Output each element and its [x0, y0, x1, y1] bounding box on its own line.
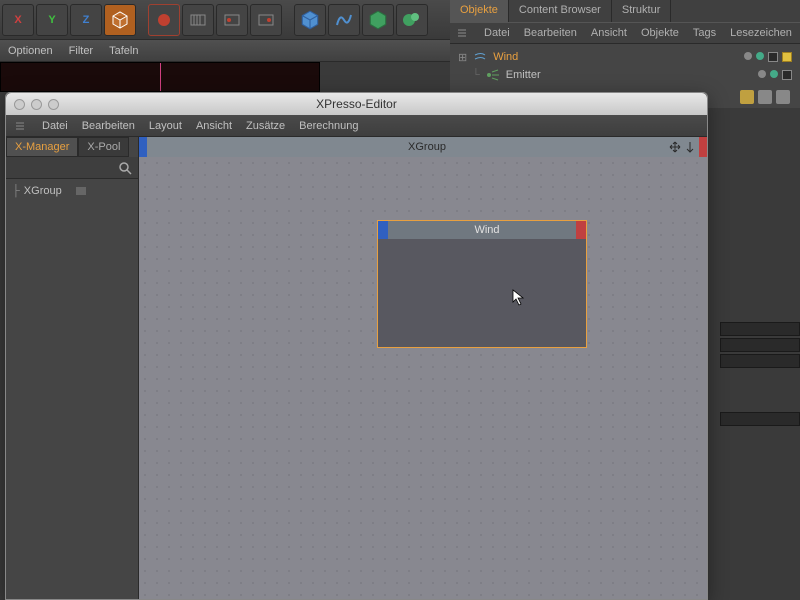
xpresso-sidebar: X-Manager X-Pool ├ XGroup — [6, 137, 139, 599]
object-row-emitter[interactable]: └ Emitter — [458, 66, 792, 84]
panel-menu-bearbeiten[interactable]: Bearbeiten — [524, 27, 577, 39]
tab-struktur[interactable]: Struktur — [612, 0, 672, 22]
object-name: Emitter — [506, 69, 541, 81]
emitter-icon — [486, 68, 500, 82]
object-name: Wind — [493, 51, 518, 63]
attr-icon-2[interactable] — [758, 90, 772, 104]
panel-menu-tags[interactable]: Tags — [693, 27, 716, 39]
visibility-dot[interactable] — [758, 70, 766, 78]
xpresso-tag[interactable] — [782, 52, 792, 62]
menu-tafeln[interactable]: Tafeln — [109, 45, 138, 57]
tab-xpool[interactable]: X-Pool — [78, 137, 129, 157]
keyframe-2-button[interactable] — [216, 4, 248, 36]
node-input-port[interactable] — [378, 221, 388, 239]
node-title: Wind — [388, 224, 586, 236]
close-window-button[interactable] — [14, 99, 25, 110]
input-port-icon[interactable] — [139, 137, 147, 157]
node-canvas[interactable]: Wind — [139, 157, 707, 599]
move-icon[interactable] — [669, 141, 681, 153]
keyframe-1-button[interactable] — [182, 4, 214, 36]
keyframe-3-button[interactable] — [250, 4, 282, 36]
menu-filter[interactable]: Filter — [69, 45, 93, 57]
track[interactable] — [720, 354, 800, 368]
attr-icon-3[interactable] — [776, 90, 790, 104]
tree-branch-icon: └ — [472, 69, 480, 81]
output-port-icon[interactable] — [699, 137, 707, 157]
search-icon[interactable] — [118, 161, 132, 175]
node-header[interactable]: Wind — [378, 221, 586, 239]
drag-handle-icon — [16, 122, 24, 130]
tab-objekte[interactable]: Objekte — [450, 0, 509, 22]
xmenu-zusaetze[interactable]: Zusätze — [246, 120, 285, 132]
render-dot[interactable] — [756, 52, 764, 60]
xpresso-editor-window: XPresso-Editor Datei Bearbeiten Layout A… — [5, 92, 708, 600]
generator-button[interactable] — [362, 4, 394, 36]
cube-tool-button[interactable] — [104, 4, 136, 36]
render-dot[interactable] — [770, 70, 778, 78]
xmenu-bearbeiten[interactable]: Bearbeiten — [82, 120, 135, 132]
track[interactable] — [720, 338, 800, 352]
enable-checkbox[interactable] — [768, 52, 778, 62]
tree-tag-icon — [76, 187, 86, 195]
panel-menu-datei[interactable]: Datei — [484, 27, 510, 39]
attr-icon-1[interactable] — [740, 90, 754, 104]
timeline-panel — [720, 320, 800, 600]
menu-optionen[interactable]: Optionen — [8, 45, 53, 57]
drag-handle-icon — [458, 29, 466, 37]
panel-menu-ansicht[interactable]: Ansicht — [591, 27, 627, 39]
node-output-port[interactable] — [576, 221, 586, 239]
axis-x-button[interactable]: X — [2, 4, 34, 36]
node-wind[interactable]: Wind — [377, 220, 587, 348]
xmenu-berechnung[interactable]: Berechnung — [299, 120, 358, 132]
record-button[interactable] — [148, 4, 180, 36]
track[interactable] — [720, 412, 800, 426]
window-titlebar[interactable]: XPresso-Editor — [6, 93, 707, 115]
visibility-dot[interactable] — [744, 52, 752, 60]
wind-icon — [473, 50, 487, 64]
tree-branch-icon: ├ — [12, 185, 20, 197]
xpresso-menubar: Datei Bearbeiten Layout Ansicht Zusätze … — [6, 115, 707, 137]
node-body[interactable] — [378, 239, 586, 347]
object-row-wind[interactable]: ⊞ Wind — [458, 48, 792, 66]
canvas-title: XGroup — [147, 141, 707, 153]
canvas-header[interactable]: XGroup — [139, 137, 707, 157]
window-title: XPresso-Editor — [316, 97, 397, 111]
xmenu-datei[interactable]: Datei — [42, 120, 68, 132]
xmenu-layout[interactable]: Layout — [149, 120, 182, 132]
panel-menu-objekte[interactable]: Objekte — [641, 27, 679, 39]
primitive-cube-button[interactable] — [294, 4, 326, 36]
expand-icon[interactable]: ⊞ — [458, 51, 467, 64]
tree-label: XGroup — [24, 185, 62, 197]
viewport[interactable] — [0, 62, 320, 92]
track[interactable] — [720, 322, 800, 336]
search-row — [6, 157, 138, 179]
collapse-icon[interactable] — [685, 141, 695, 153]
zoom-window-button[interactable] — [48, 99, 59, 110]
tab-content-browser[interactable]: Content Browser — [509, 0, 612, 22]
deformer-button[interactable] — [396, 4, 428, 36]
tree-item-xgroup[interactable]: ├ XGroup — [12, 183, 132, 199]
minimize-window-button[interactable] — [31, 99, 42, 110]
xmenu-ansicht[interactable]: Ansicht — [196, 120, 232, 132]
enable-checkbox[interactable] — [782, 70, 792, 80]
axis-y-button[interactable]: Y — [36, 4, 68, 36]
axis-z-button[interactable]: Z — [70, 4, 102, 36]
panel-menu-lesezeichen[interactable]: Lesezeichen — [730, 27, 792, 39]
xpresso-tree[interactable]: ├ XGroup — [6, 179, 138, 599]
tab-xmanager[interactable]: X-Manager — [6, 137, 78, 157]
spline-tool-button[interactable] — [328, 4, 360, 36]
